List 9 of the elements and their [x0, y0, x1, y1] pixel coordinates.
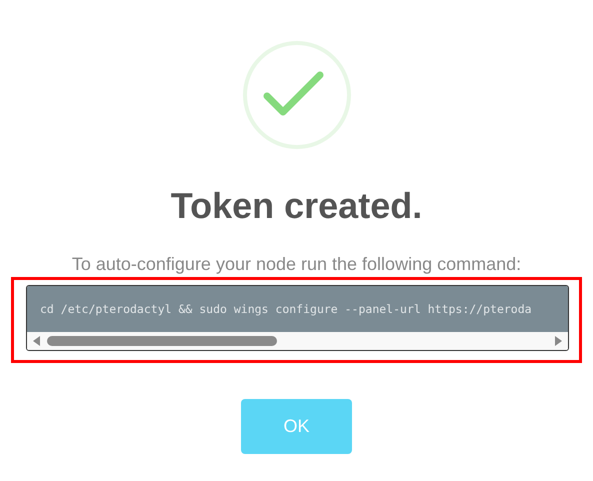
command-text: cd /etc/pterodactyl && sudo wings configure --panel-url https://pteroda [40, 302, 532, 316]
dialog-title: Token created. [170, 185, 422, 227]
ok-button[interactable]: OK [241, 399, 352, 454]
success-check-icon [240, 39, 352, 151]
horizontal-scrollbar[interactable] [27, 332, 568, 350]
instruction-text: To auto-configure your node run the following command: [72, 253, 522, 275]
scroll-left-icon[interactable] [33, 336, 41, 346]
scrollbar-thumb[interactable] [47, 336, 277, 346]
scroll-right-icon[interactable] [554, 336, 562, 346]
